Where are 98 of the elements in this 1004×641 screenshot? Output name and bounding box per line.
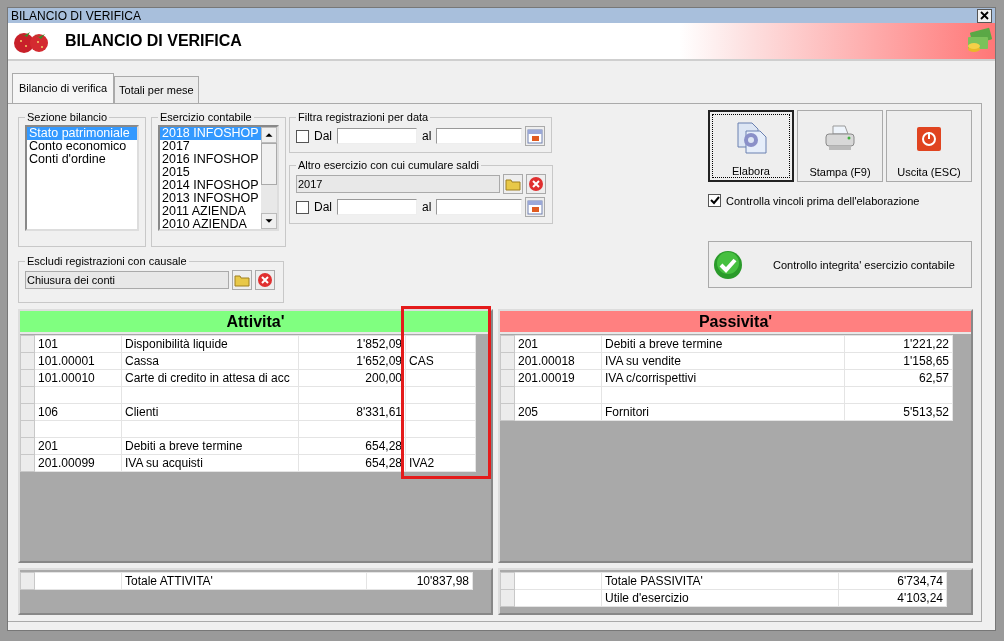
list-item[interactable]: 2014 INFOSHOP (160, 179, 261, 192)
process-button[interactable]: Elabora (708, 110, 794, 182)
tab[interactable]: Bilancio di verifica (12, 73, 115, 103)
table-cell: 10'837,98 (366, 572, 473, 590)
close-button[interactable] (977, 8, 992, 23)
group-label: Filtra registrazioni per data (297, 111, 430, 123)
list-item[interactable]: 2015 (160, 166, 261, 179)
table-cell: Carte di credito in attesa di acc (121, 369, 299, 387)
group-label: Sezione bilancio (26, 111, 109, 123)
table-cell (405, 335, 476, 353)
row-header[interactable] (20, 572, 35, 590)
table-cell: Cassa (121, 352, 299, 370)
list-item[interactable]: 2017 (160, 140, 261, 153)
table-cell: IVA su vendite (601, 352, 845, 370)
window-title: BILANCIO DI VERIFICA (11, 8, 142, 23)
from-label: Dal (314, 129, 332, 143)
calendar-button[interactable] (525, 126, 546, 146)
table-cell (405, 420, 476, 438)
table-cell: Debiti a breve termine (121, 437, 299, 455)
table-cell: Disponibilità liquide (121, 335, 299, 353)
table-cell: 200,00 (298, 369, 406, 387)
table-cell: 4'103,24 (838, 589, 947, 607)
table-cell (405, 369, 476, 387)
document-gear-icon (734, 121, 768, 155)
table-cell: 8'331,61 (298, 403, 406, 421)
list-item[interactable]: Conti d'ordine (27, 153, 137, 166)
table-cell: 654,28 (298, 437, 406, 455)
table-cell: 201 (514, 335, 602, 353)
table-cell: 201 (34, 437, 122, 455)
date-field[interactable] (436, 199, 523, 215)
print-button[interactable]: Stampa (F9) (797, 110, 883, 182)
checkbox[interactable] (296, 200, 309, 214)
assets-header: Attivita' (20, 311, 491, 334)
table-cell: 101.00001 (34, 352, 122, 370)
table-cell: IVA su acquisti (121, 454, 299, 472)
list-item[interactable]: 2016 INFOSHOP (160, 153, 261, 166)
tab[interactable]: Totali per mese (114, 76, 199, 103)
checkbox-label: Controlla vincoli prima dell'elaborazione (726, 194, 920, 207)
table-cell: 101 (34, 335, 122, 353)
table-cell: 62,57 (844, 369, 953, 387)
folder-button[interactable] (232, 270, 252, 290)
list-item[interactable]: 2011 AZIENDA (160, 205, 261, 218)
table-cell: 6'734,74 (838, 572, 947, 590)
group-label: Altro esercizio con cui cumulare saldi (297, 159, 480, 171)
table-cell: 201.00018 (514, 352, 602, 370)
list-item[interactable]: 2013 INFOSHOP (160, 192, 261, 205)
table-cell: 201.00019 (514, 369, 602, 387)
table-cell: 5'513,52 (844, 403, 953, 421)
scrollbar[interactable] (260, 127, 277, 229)
list-item[interactable]: Conto economico (27, 140, 137, 153)
scroll-down-icon[interactable] (260, 213, 277, 229)
to-label: al (422, 129, 432, 143)
clear-button[interactable] (255, 270, 275, 290)
table-cell: 1'158,65 (844, 352, 953, 370)
checkbox[interactable] (296, 129, 309, 143)
table-cell (405, 403, 476, 421)
table-cell: Totale ATTIVITA' (121, 572, 367, 590)
list-item[interactable]: 2010 AZIENDA (160, 218, 261, 229)
table-cell: 654,28 (298, 454, 406, 472)
row-header[interactable] (500, 572, 515, 590)
date-field[interactable] (337, 199, 417, 215)
table-cell: 1'221,22 (844, 335, 953, 353)
table-cell: 201.00099 (34, 454, 122, 472)
table-cell: Clienti (121, 403, 299, 421)
reason-field[interactable]: Chiusura dei conti (25, 271, 229, 289)
date-field[interactable] (337, 128, 417, 144)
row-header[interactable] (20, 335, 35, 353)
table-cell: Debiti a breve termine (601, 335, 845, 353)
integrity-check-button[interactable]: Controllo integrita' esercizio contabile (708, 241, 972, 288)
table-cell: Fornitori (601, 403, 845, 421)
table-cell (405, 437, 476, 455)
table-cell: 205 (514, 403, 602, 421)
table-cell: Totale PASSIVITA' (601, 572, 839, 590)
row-header[interactable] (500, 335, 515, 353)
table-cell: IVA c/corrispettivi (601, 369, 845, 387)
clear-button[interactable] (526, 174, 546, 194)
to-label: al (422, 200, 432, 214)
exit-button[interactable]: Uscita (ESC) (886, 110, 972, 182)
group-label: Escludi registrazioni con causale (26, 255, 188, 267)
liabilities-header: Passivita' (500, 311, 971, 334)
from-label: Dal (314, 200, 332, 214)
table-cell: 1'652,09 (298, 352, 406, 370)
table-cell: 101.00010 (34, 369, 122, 387)
date-field[interactable] (436, 128, 523, 144)
calendar-button[interactable] (525, 197, 546, 217)
scroll-thumb[interactable] (260, 143, 277, 185)
page-title: BILANCIO DI VERIFICA (65, 32, 242, 51)
table-cell: Utile d'esercizio (601, 589, 839, 607)
folder-button[interactable] (503, 174, 523, 194)
table-cell (405, 386, 476, 404)
exercise-field[interactable]: 2017 (296, 175, 500, 193)
table-cell: CAS (405, 352, 476, 370)
table-cell: IVA2 (405, 454, 476, 472)
table-cell: 106 (34, 403, 122, 421)
check-icon (713, 249, 743, 280)
table-cell: 1'852,09 (298, 335, 406, 353)
group-label: Esercizio contabile (159, 111, 253, 123)
checkbox[interactable] (708, 194, 721, 207)
